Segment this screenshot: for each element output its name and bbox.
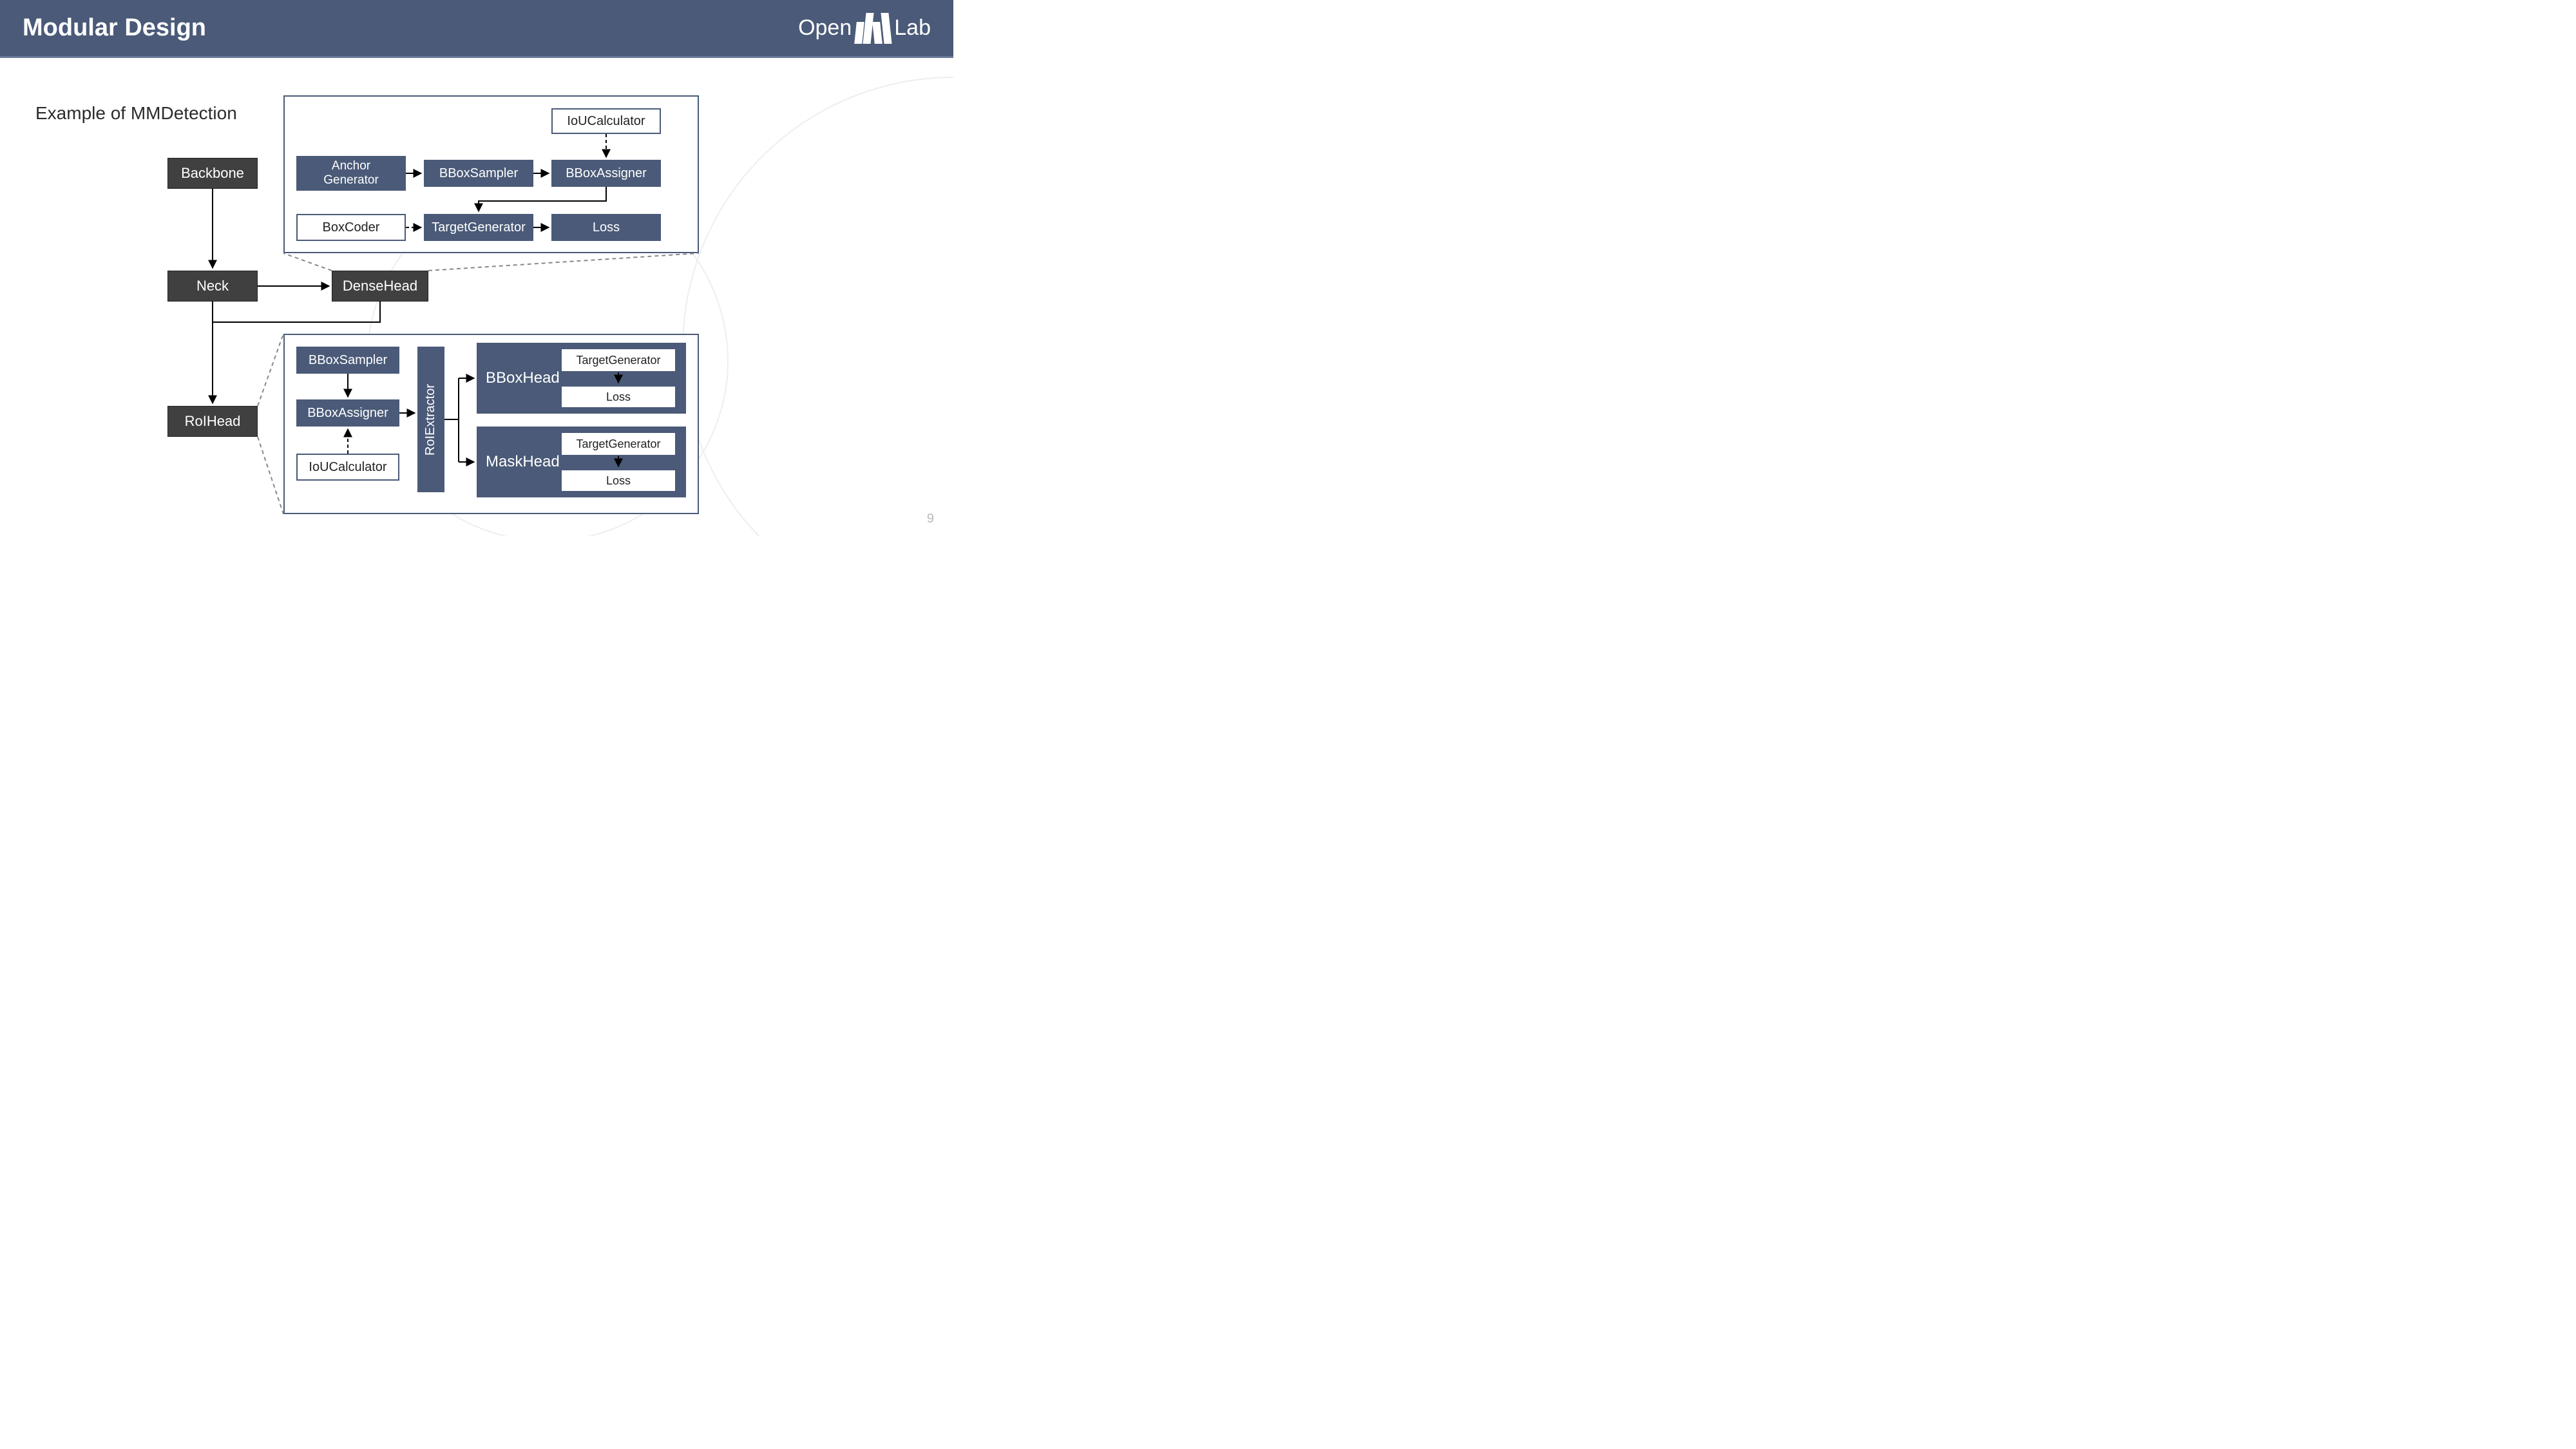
box-densehead: DenseHead [332,271,428,302]
box-anchor-generator: Anchor Generator [296,156,406,191]
box-ioucalculator-dh: IoUCalculator [551,108,661,134]
page-number: 9 [927,512,934,526]
box-bboxassigner-rh: BBoxAssigner [296,399,399,427]
box-boxcoder: BoxCoder [296,214,406,241]
box-backbone: Backbone [167,158,258,189]
box-targetgenerator-bh: TargetGenerator [560,348,676,372]
logo-mm-icon [855,13,890,44]
logo-text-lab: Lab [894,15,931,41]
box-neck: Neck [167,271,258,302]
box-bboxassigner-dh: BBoxAssigner [551,160,661,187]
box-bboxsampler-dh: BBoxSampler [424,160,533,187]
box-bboxsampler-rh: BBoxSampler [296,347,399,374]
header-bar: Modular Design Open Lab [0,0,953,58]
box-ioucalculator-rh: IoUCalculator [296,454,399,481]
roiextractor-label: RoIExtractor [424,383,439,455]
logo-text-open: Open [798,15,852,41]
box-loss-mh: Loss [560,469,676,492]
box-targetgenerator-mh: TargetGenerator [560,432,676,456]
box-roiextractor: RoIExtractor [417,347,444,492]
box-targetgenerator-dh: TargetGenerator [424,214,533,241]
diagram-canvas: Example of MMDetection Backbone Neck Den… [0,58,953,536]
box-loss-bh: Loss [560,385,676,408]
subtitle: Example of MMDetection [35,103,237,124]
page-title: Modular Design [23,14,206,42]
logo: Open Lab [798,13,931,44]
box-roihead: RoIHead [167,406,258,437]
box-loss-dh: Loss [551,214,661,241]
